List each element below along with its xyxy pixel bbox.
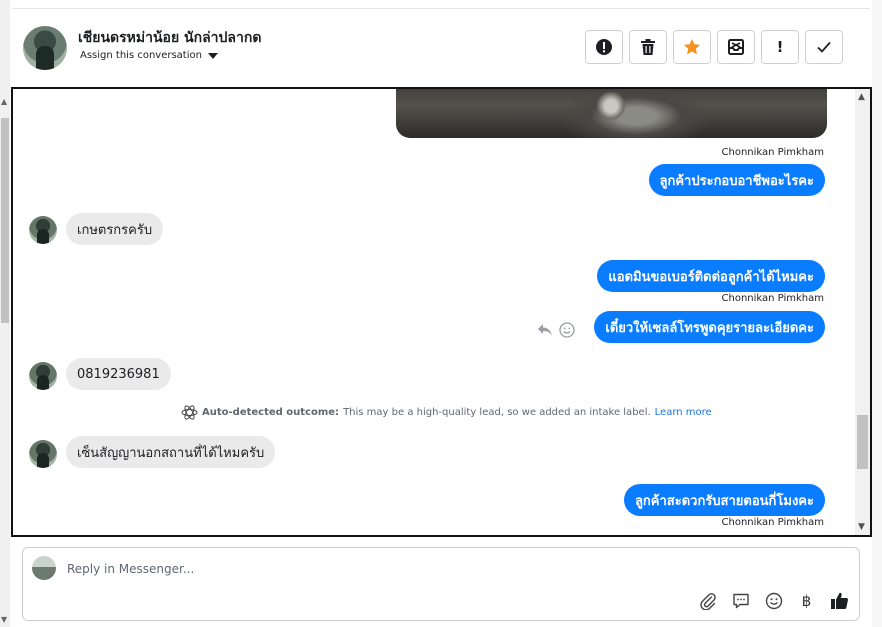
sender-name: Chonnikan Pimkham — [721, 517, 824, 528]
message-hover-tools — [537, 322, 575, 338]
outgoing-message[interactable]: ลูกค้าประกอบอาชีพอะไรคะ — [648, 164, 825, 196]
auto-outcome-title: Auto-detected outcome: — [202, 407, 340, 418]
saved-replies-button[interactable] — [730, 590, 751, 611]
thumbs-up-icon — [831, 592, 848, 609]
inbox-app: ▲ ▼ เชียนดรหม่าน้อย นักล่าปลากด Assign t… — [0, 0, 882, 627]
emoji-icon — [765, 592, 782, 609]
emoji-button[interactable] — [763, 590, 784, 611]
contact-name[interactable]: เชียนดรหม่าน้อย นักล่าปลากด — [78, 27, 261, 49]
incoming-message[interactable]: เซ็นสัญญานอกสถานที่ได้ไหมครับ — [66, 436, 276, 468]
delete-button[interactable] — [629, 30, 667, 64]
incoming-message[interactable]: 0819236981 — [66, 358, 171, 390]
archive-icon — [728, 39, 744, 55]
attach-button[interactable] — [697, 590, 718, 611]
payment-button[interactable]: ฿ — [796, 590, 817, 611]
reply-input[interactable] — [67, 559, 767, 579]
left-page-scrollbar[interactable]: ▲ ▼ — [0, 0, 10, 627]
star-button[interactable] — [673, 30, 711, 64]
react-emoji-icon[interactable] — [559, 322, 575, 338]
report-icon — [596, 39, 612, 55]
checkmark-icon — [817, 41, 831, 53]
auto-outcome-body: This may be a high-quality lead, so we a… — [343, 407, 651, 418]
reply-composer: ฿ — [22, 547, 860, 621]
message-thread[interactable]: Chonnikan Pimkham ลูกค้าประกอบอาชีพอะไรค… — [11, 87, 872, 537]
composer-tools: ฿ — [697, 590, 850, 611]
outgoing-message-partial[interactable] — [777, 535, 825, 537]
learn-more-link[interactable]: Learn more — [655, 407, 712, 418]
archive-button[interactable] — [717, 30, 755, 64]
auto-detected-outcome-notice: Auto-detected outcome: This may be a hig… — [181, 405, 712, 420]
like-button[interactable] — [829, 590, 850, 611]
reply-icon[interactable] — [537, 323, 553, 337]
outgoing-message[interactable]: แอดมินขอเบอร์ติดต่อลูกค้าได้ไหมคะ — [597, 260, 825, 292]
saved-replies-icon — [732, 593, 749, 608]
contact-avatar[interactable] — [23, 26, 67, 70]
page-avatar — [32, 556, 56, 580]
mark-done-button[interactable] — [805, 30, 843, 64]
scroll-down-arrow-icon[interactable]: ▼ — [858, 522, 865, 532]
conversation-actions: ! — [585, 30, 843, 64]
sender-name: Chonnikan Pimkham — [721, 293, 824, 304]
paperclip-icon — [699, 592, 716, 610]
outgoing-message[interactable]: ลูกค้าสะดวกรับสายตอนกี่โมงคะ — [623, 484, 825, 516]
thread-scrollbar[interactable]: ▲ ▼ — [855, 89, 870, 535]
scroll-down-arrow-icon[interactable]: ▼ — [1, 615, 7, 624]
scrollbar-thumb[interactable] — [1, 118, 9, 323]
contact-mini-avatar — [29, 362, 57, 390]
sender-name: Chonnikan Pimkham — [721, 147, 824, 158]
trash-icon — [641, 39, 655, 55]
right-page-scrollbar[interactable] — [872, 0, 882, 627]
star-icon — [684, 39, 700, 55]
atom-icon — [181, 405, 198, 420]
exclamation-icon: ! — [776, 38, 784, 56]
caret-down-icon — [207, 52, 218, 59]
report-button[interactable] — [585, 30, 623, 64]
assign-label: Assign this conversation — [80, 50, 202, 61]
scroll-up-arrow-icon[interactable]: ▲ — [858, 92, 865, 102]
contact-mini-avatar — [29, 216, 57, 244]
outgoing-message[interactable]: เดี๋ยวให้เซลล์โทรพูดคุยรายละเอียดคะ — [594, 311, 825, 343]
thread-scrollbar-thumb[interactable] — [857, 415, 868, 469]
contact-mini-avatar — [29, 440, 57, 468]
conversation-header: เชียนดรหม่าน้อย นักล่าปลากด Assign this … — [12, 8, 870, 86]
shared-photo[interactable] — [396, 89, 827, 138]
mark-important-button[interactable]: ! — [761, 30, 799, 64]
assign-conversation-dropdown[interactable]: Assign this conversation — [80, 50, 218, 61]
scroll-up-arrow-icon[interactable]: ▲ — [1, 97, 7, 106]
baht-icon: ฿ — [801, 591, 812, 610]
incoming-message[interactable]: เกษตรกรครับ — [66, 213, 164, 245]
